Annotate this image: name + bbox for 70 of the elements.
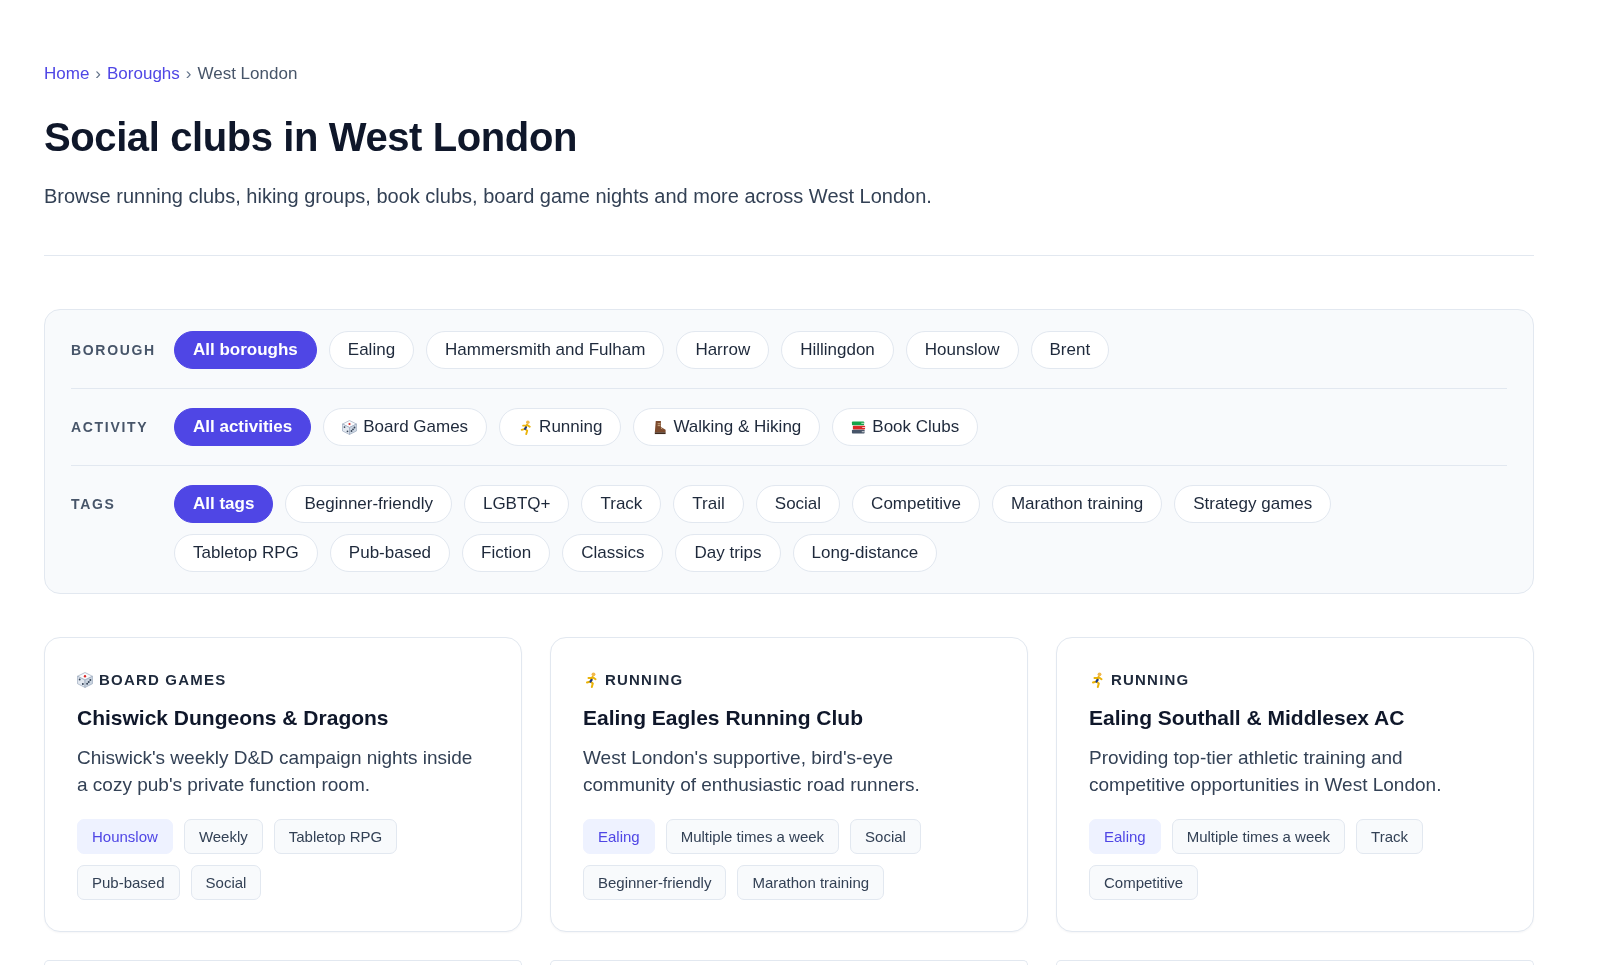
- filter-chip[interactable]: All boroughs: [174, 331, 317, 369]
- category-label: RUNNING: [605, 670, 684, 690]
- filter-chip[interactable]: Fiction: [462, 534, 551, 572]
- filter-label: BOROUGH: [71, 341, 157, 360]
- filter-chip[interactable]: Day trips: [675, 534, 781, 572]
- filter-label: ACTIVITY: [71, 418, 150, 437]
- club-tag: Competitive: [1089, 865, 1199, 900]
- club-tag: Pub-based: [77, 865, 180, 900]
- filter-label: TAGS: [71, 495, 117, 514]
- filter-chip[interactable]: Trail: [673, 485, 744, 523]
- filter-chip[interactable]: Hillingdon: [781, 331, 894, 369]
- filter-chip[interactable]: Hammersmith and Fulham: [426, 331, 665, 369]
- club-tag: Social: [190, 865, 262, 900]
- dice-icon: [77, 672, 93, 688]
- books-icon: [851, 419, 867, 435]
- club-description: Providing top-tier athletic training and competitive opportunities in West London.: [1089, 746, 1443, 797]
- club-tag: Marathon training: [737, 865, 885, 900]
- club-name: Ealing Eagles Running Club: [583, 705, 864, 731]
- filter-chip[interactable]: Strategy games: [1174, 485, 1332, 523]
- filter-chip[interactable]: Harrow: [676, 331, 770, 369]
- club-description: West London's supportive, bird's-eye community of enthusiastic road runners.: [583, 746, 921, 797]
- club-card[interactable]: RUNNING Ealing Southall & Middlesex AC Providing top-tier athletic training and competitive opportunities in West London. Ealing Multiple times a week Track Competitive: [1056, 637, 1534, 932]
- filter-chip[interactable]: Tabletop RPG: [174, 534, 318, 572]
- dice-icon: [342, 419, 358, 435]
- location-tag: Ealing: [1089, 819, 1161, 854]
- boot-icon: [652, 419, 668, 435]
- filter-chip[interactable]: Ealing: [328, 331, 415, 369]
- club-name: Ealing Southall & Middlesex AC: [1089, 705, 1406, 731]
- club-tag: Multiple times a week: [665, 819, 840, 854]
- filter-chip[interactable]: Beginner-friendly: [285, 485, 452, 523]
- category-label: RUNNING: [1111, 670, 1190, 690]
- filter-chip[interactable]: Classics: [562, 534, 664, 572]
- filter-chip[interactable]: All tags: [174, 485, 274, 523]
- club-tag: Tabletop RPG: [273, 819, 398, 854]
- filter-chip[interactable]: Marathon training: [991, 485, 1163, 523]
- location-tag: Hounslow: [77, 819, 173, 854]
- club-tag: Weekly: [183, 819, 263, 854]
- breadcrumb-separator: ›: [95, 63, 102, 85]
- club-tag: Multiple times a week: [1171, 819, 1346, 854]
- runner-icon: [518, 419, 534, 435]
- filter-chip[interactable]: Hounslow: [905, 331, 1019, 369]
- club-card[interactable]: RUNNING Ealing Eagles Running Club West London's supportive, bird's-eye community of enthusiastic road runners. Ealing Multiple times a week Social Beginner-friendly Marathon training: [550, 637, 1028, 932]
- club-tag: Track: [1356, 819, 1424, 854]
- filter-chip[interactable]: Walking & Hiking: [633, 408, 821, 446]
- breadcrumb-separator: ›: [185, 63, 192, 85]
- page-subtitle: Browse running clubs, hiking groups, book clubs, board game nights and more across West London.: [44, 184, 933, 209]
- filter-chip[interactable]: Book Clubs: [832, 408, 979, 446]
- category-label: BOARD GAMES: [99, 670, 227, 690]
- club-tag: Beginner-friendly: [583, 865, 727, 900]
- filter-chip[interactable]: Track: [581, 485, 662, 523]
- filter-chip[interactable]: Board Games: [323, 408, 488, 446]
- breadcrumb-link[interactable]: Home: [44, 63, 90, 85]
- runner-icon: [1089, 672, 1105, 688]
- breadcrumb-link[interactable]: Boroughs: [107, 63, 180, 85]
- location-tag: Ealing: [583, 819, 655, 854]
- club-description: Chiswick's weekly D&D campaign nights inside a cozy pub's private function room.: [77, 746, 474, 797]
- page-title: Social clubs in West London: [44, 114, 578, 161]
- club-name: Chiswick Dungeons & Dragons: [77, 705, 390, 731]
- filter-chip[interactable]: Competitive: [852, 485, 980, 523]
- filter-chip[interactable]: Social: [755, 485, 841, 523]
- club-card[interactable]: BOARD GAMES Chiswick Dungeons & Dragons Chiswick's weekly D&D campaign nights inside a cozy pub's private function room. Hounslow Weekly Tabletop RPG Pub-based Social: [44, 637, 522, 932]
- filter-chip[interactable]: Running: [499, 408, 622, 446]
- club-tag: Social: [850, 819, 921, 854]
- runner-icon: [583, 672, 599, 688]
- breadcrumb-current: West London: [197, 63, 298, 85]
- filter-chip[interactable]: All activities: [174, 408, 312, 446]
- filter-chip[interactable]: Long-distance: [792, 534, 938, 572]
- filter-chip[interactable]: LGBTQ+: [463, 485, 570, 523]
- filter-chip[interactable]: Pub-based: [329, 534, 451, 572]
- filter-chip[interactable]: Brent: [1030, 331, 1110, 369]
